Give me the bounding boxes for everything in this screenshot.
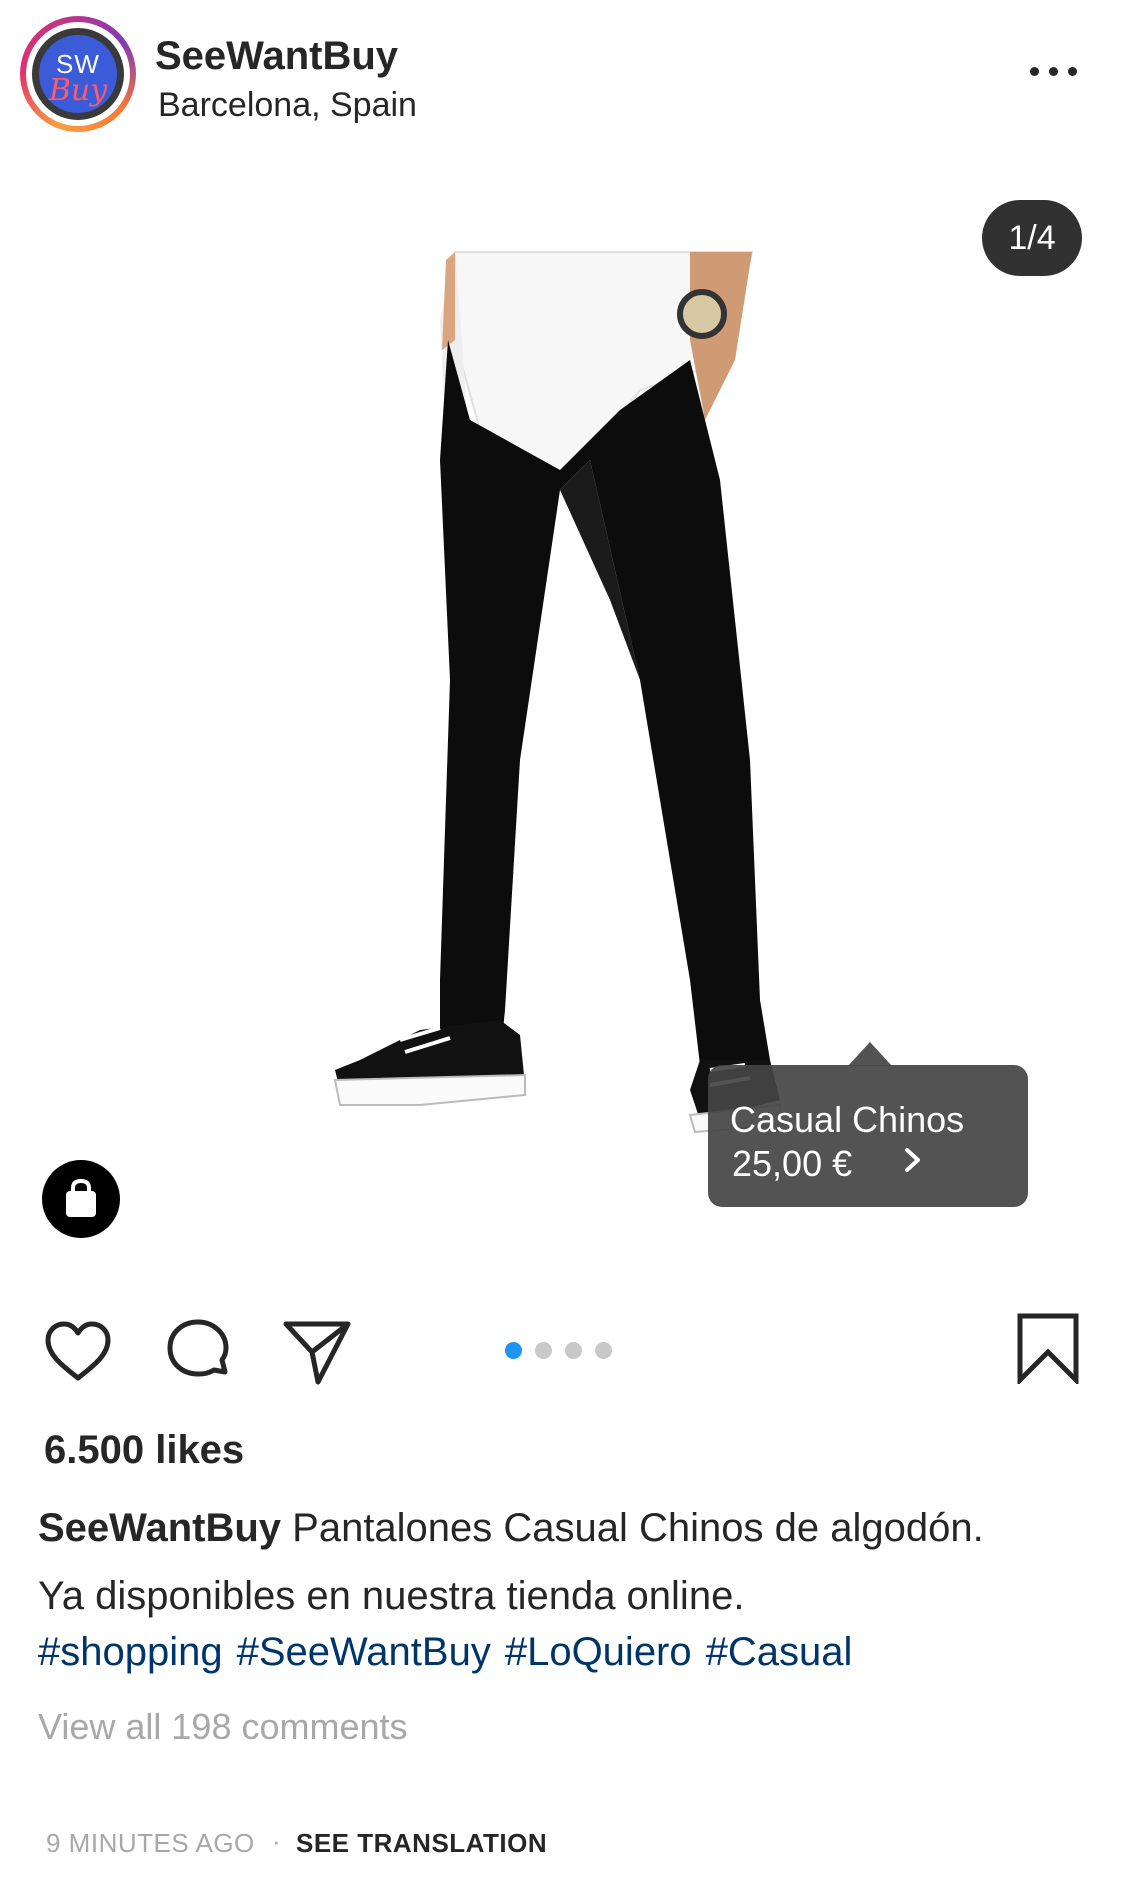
carousel-indicator — [505, 1342, 625, 1360]
share-icon[interactable] — [280, 1316, 352, 1388]
product-tag[interactable]: Casual Chinos 25,00 € — [708, 1065, 1028, 1207]
carousel-dot — [565, 1342, 582, 1359]
avatar-text-buy: Buy — [48, 73, 108, 108]
chevron-right-icon — [905, 1148, 920, 1172]
caption-username[interactable]: SeeWantBuy — [38, 1506, 281, 1550]
likes-count[interactable]: 6.500 likes — [44, 1428, 244, 1473]
carousel-dot — [595, 1342, 612, 1359]
carousel-dot — [535, 1342, 552, 1359]
comment-icon[interactable] — [162, 1316, 234, 1388]
hashtag-link[interactable]: #SeeWantBuy — [237, 1630, 491, 1674]
post-username[interactable]: SeeWantBuy — [155, 34, 398, 79]
post-caption: SeeWantBuy Pantalones Casual Chinos de a… — [38, 1494, 1098, 1630]
dot-separator: · — [272, 1826, 281, 1856]
more-options-icon[interactable] — [1030, 64, 1078, 78]
slide-counter: 1/4 — [982, 200, 1082, 276]
product-tag-name: Casual Chinos — [730, 1099, 965, 1140]
view-comments-link[interactable]: View all 198 comments — [38, 1706, 408, 1748]
carousel-dot-active — [505, 1342, 522, 1359]
caption-text-line2: Ya disponibles en nuestra tienda online. — [38, 1574, 745, 1618]
post-location[interactable]: Barcelona, Spain — [158, 86, 417, 125]
hashtags: #shopping #SeeWantBuy #LoQuiero #Casual — [38, 1630, 866, 1675]
shopping-bag-icon — [66, 1178, 96, 1217]
hashtag-link[interactable]: #LoQuiero — [505, 1630, 692, 1674]
product-tag-pointer — [848, 1042, 892, 1066]
post-timestamp: 9 MINUTES AGO — [46, 1828, 255, 1858]
see-translation-link[interactable]: SEE TRANSLATION — [296, 1828, 547, 1859]
hashtag-link[interactable]: #shopping — [38, 1630, 223, 1674]
profile-avatar[interactable]: SW Buy — [20, 16, 136, 132]
shopping-bag-button[interactable] — [42, 1160, 120, 1238]
hashtag-link[interactable]: #Casual — [706, 1630, 853, 1674]
caption-text-line1: Pantalones Casual Chinos de algodón. — [292, 1506, 984, 1550]
product-tag-price: 25,00 € — [732, 1143, 853, 1184]
bookmark-icon[interactable] — [1012, 1312, 1084, 1384]
heart-icon[interactable] — [42, 1316, 114, 1388]
avatar-logo: SW Buy — [32, 28, 124, 120]
